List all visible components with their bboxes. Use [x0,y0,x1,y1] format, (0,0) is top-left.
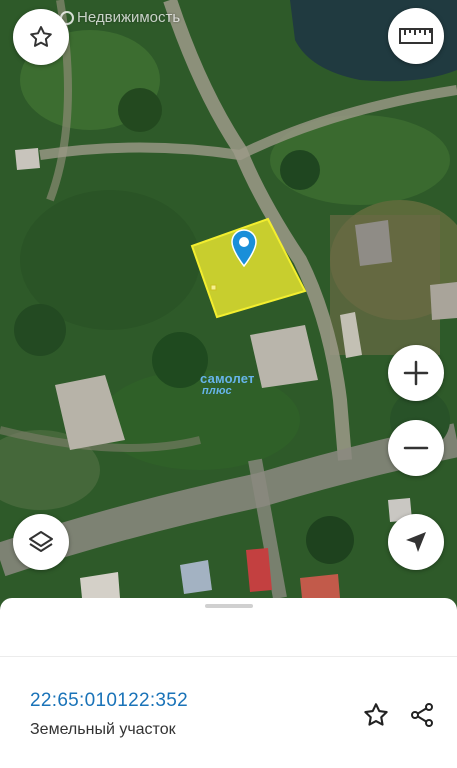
zoom-in-button[interactable] [388,345,444,401]
star-outline-icon [364,703,388,726]
minus-icon [403,446,429,450]
my-location-button[interactable] [388,514,444,570]
navigation-arrow-icon [406,532,426,552]
sheet-divider [0,656,457,657]
cadastral-number[interactable]: 22:65:010122:352 [30,690,188,712]
brand-text: Недвижимость [77,9,181,26]
zoom-out-button[interactable] [388,420,444,476]
ruler-button[interactable] [388,8,444,64]
plot-location-marker[interactable] [231,229,257,268]
watermark-line-2: плюс [202,385,232,397]
sheet-drag-handle[interactable] [205,604,253,608]
plus-icon [403,360,429,386]
layers-icon [29,531,53,552]
ruler-icon [399,28,433,44]
satellite-map[interactable] [0,0,457,598]
share-icon [411,703,433,727]
share-button[interactable] [407,700,437,730]
brand-label: Недвижимость [60,9,180,26]
map-watermark: самолет плюс [200,372,255,398]
favorite-button[interactable] [13,9,69,65]
watermark-line-1: самолет [200,371,255,386]
plot-info-sheet[interactable]: 22:65:010122:352 Земельный участок [0,598,457,768]
object-type-label: Земельный участок [30,721,176,738]
layers-button[interactable] [13,514,69,570]
star-outline-icon [30,26,52,47]
sheet-favorite-button[interactable] [361,700,391,730]
